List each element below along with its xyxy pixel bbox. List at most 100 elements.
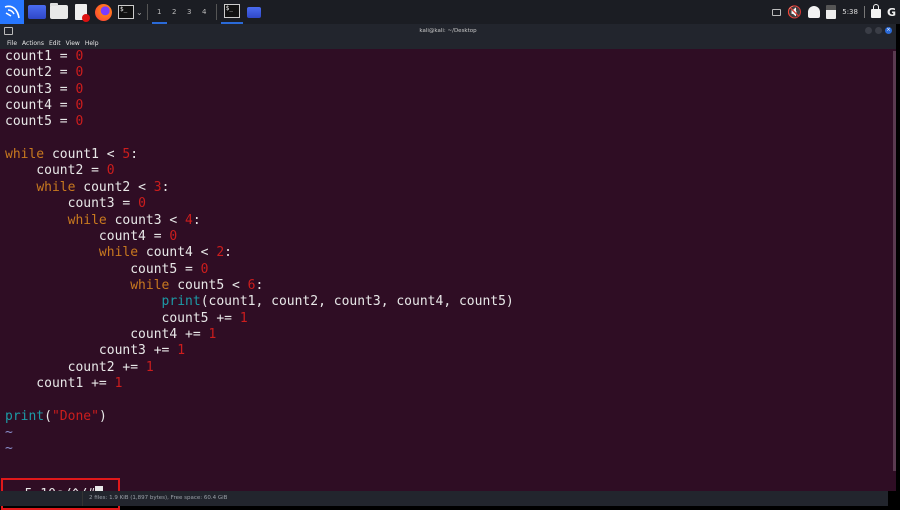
number-literal: 3 xyxy=(153,179,162,195)
keyword: while xyxy=(98,245,139,261)
file-manager-button[interactable] xyxy=(50,0,68,24)
code-line: print(count1, count2, count3, count4, co… xyxy=(5,294,514,310)
code-text: : xyxy=(130,147,139,163)
code-text: count3 += xyxy=(5,343,178,359)
builtin-function: print xyxy=(161,294,201,310)
code-text: count5 = xyxy=(5,114,76,130)
workspace-4[interactable]: 4 xyxy=(197,0,212,24)
number-literal: 0 xyxy=(75,65,84,81)
code-text: count1 = xyxy=(5,49,76,64)
code-text: count2 = xyxy=(5,65,76,81)
code-line: count1 += 1 xyxy=(5,376,122,392)
number-literal: 1 xyxy=(239,310,248,326)
number-literal: 0 xyxy=(75,98,84,114)
terminal-window: kali@kali: ~/Desktop × File Actions Edit… xyxy=(0,24,896,510)
code-text: count5 < xyxy=(169,277,248,293)
code-line: count4 += 1 xyxy=(5,327,216,343)
code-text: (count1, count2, count3, count4, count5) xyxy=(200,294,514,310)
number-literal: 2 xyxy=(216,245,225,261)
code-line: count2 += 1 xyxy=(5,360,154,376)
taskbar-desktop[interactable] xyxy=(243,0,265,24)
menu-edit[interactable]: Edit xyxy=(49,40,61,47)
system-tray: 🔇 5:38 G xyxy=(772,0,900,24)
code-line: count3 = 0 xyxy=(5,82,83,98)
top-panel: $_ ⌄ 1 2 3 4 $_ 🔇 5:38 G xyxy=(0,0,900,24)
kali-dragon-icon xyxy=(4,5,20,19)
lock-screen-icon[interactable] xyxy=(870,4,881,18)
display-icon[interactable] xyxy=(772,8,782,16)
code-text: count1 += xyxy=(5,376,115,391)
chevron-down-icon[interactable]: ⌄ xyxy=(136,8,143,17)
menu-actions[interactable]: Actions xyxy=(22,40,44,47)
close-button[interactable]: × xyxy=(885,27,892,34)
minimize-button[interactable] xyxy=(865,27,872,34)
terminal-content[interactable]: ~ ~ print("Done") count1 += 1 count2 += 1 … xyxy=(0,49,896,510)
code-text: ( xyxy=(44,408,52,424)
terminal-launcher-button[interactable]: $_ xyxy=(118,0,134,24)
code-text: count1 < xyxy=(44,147,123,163)
number-literal: 4 xyxy=(185,212,193,228)
code-line: count5 = 0 xyxy=(5,114,83,130)
workspace-1[interactable]: 1 xyxy=(151,0,167,24)
code-line: count1 = 0 xyxy=(5,49,83,65)
code-text: count3 = xyxy=(5,196,139,212)
battery-icon[interactable] xyxy=(826,5,837,19)
notifications-icon[interactable] xyxy=(808,6,821,18)
panel-separator xyxy=(215,4,217,20)
menu-view[interactable]: View xyxy=(66,40,80,47)
menu-file[interactable]: File xyxy=(7,40,17,47)
text-editor-button[interactable] xyxy=(75,0,90,24)
number-literal: 0 xyxy=(75,81,84,97)
code-line: while count2 < 3: xyxy=(5,180,169,196)
code-text: ) xyxy=(98,408,107,424)
tray-separator xyxy=(863,6,865,18)
number-literal: 0 xyxy=(200,261,209,277)
logout-icon[interactable]: G xyxy=(887,6,896,19)
menu-help[interactable]: Help xyxy=(85,40,99,47)
firefox-icon xyxy=(95,3,112,21)
code-line: count5 += 1 xyxy=(5,311,248,327)
code-text: count4 = xyxy=(5,98,76,114)
number-literal: 0 xyxy=(169,228,178,244)
kali-menu-button[interactable] xyxy=(0,0,24,24)
scrollbar[interactable] xyxy=(893,51,896,471)
terminal-icon: $_ xyxy=(223,4,240,18)
title-bar[interactable]: kali@kali: ~/Desktop × xyxy=(0,24,896,38)
code-line: count2 = 0 xyxy=(5,163,114,179)
text-editor-icon xyxy=(75,4,90,22)
maximize-button[interactable] xyxy=(875,27,882,34)
menu-bar: File Actions Edit View Help xyxy=(0,38,896,49)
code-line: count3 = 0 xyxy=(5,196,146,212)
string-literal: "Done" xyxy=(51,408,99,424)
code-line: while count1 < 5: xyxy=(5,147,138,163)
status-divider xyxy=(82,491,83,506)
panel-separator xyxy=(146,4,148,20)
code-text: count2 += xyxy=(5,359,146,375)
builtin-function: print xyxy=(5,408,45,424)
workspace-3[interactable]: 3 xyxy=(182,0,197,24)
number-literal: 1 xyxy=(145,359,154,375)
code-text: : xyxy=(192,212,201,228)
code-text: count3 < xyxy=(106,212,186,228)
taskbar-terminal[interactable]: $_ xyxy=(220,0,243,24)
keyword: while xyxy=(130,277,170,293)
volume-muted-icon[interactable]: 🔇 xyxy=(787,5,802,19)
number-literal: 0 xyxy=(75,114,84,130)
code-text: count2 = xyxy=(5,163,107,179)
show-desktop-button[interactable] xyxy=(28,0,46,24)
workspace-2[interactable]: 2 xyxy=(167,0,182,24)
code-line: while count5 < 6: xyxy=(5,278,263,294)
number-literal: 1 xyxy=(177,343,186,359)
empty-line-marker: ~ xyxy=(5,425,13,441)
keyword: while xyxy=(5,147,45,163)
clock[interactable]: 5:38 xyxy=(842,8,858,16)
code-text: count4 < xyxy=(138,245,217,261)
firefox-button[interactable] xyxy=(95,0,112,24)
code-line: count2 = 0 xyxy=(5,65,83,81)
number-literal: 0 xyxy=(75,49,84,64)
desktop-icon xyxy=(246,6,261,18)
code-text: : xyxy=(255,277,264,293)
